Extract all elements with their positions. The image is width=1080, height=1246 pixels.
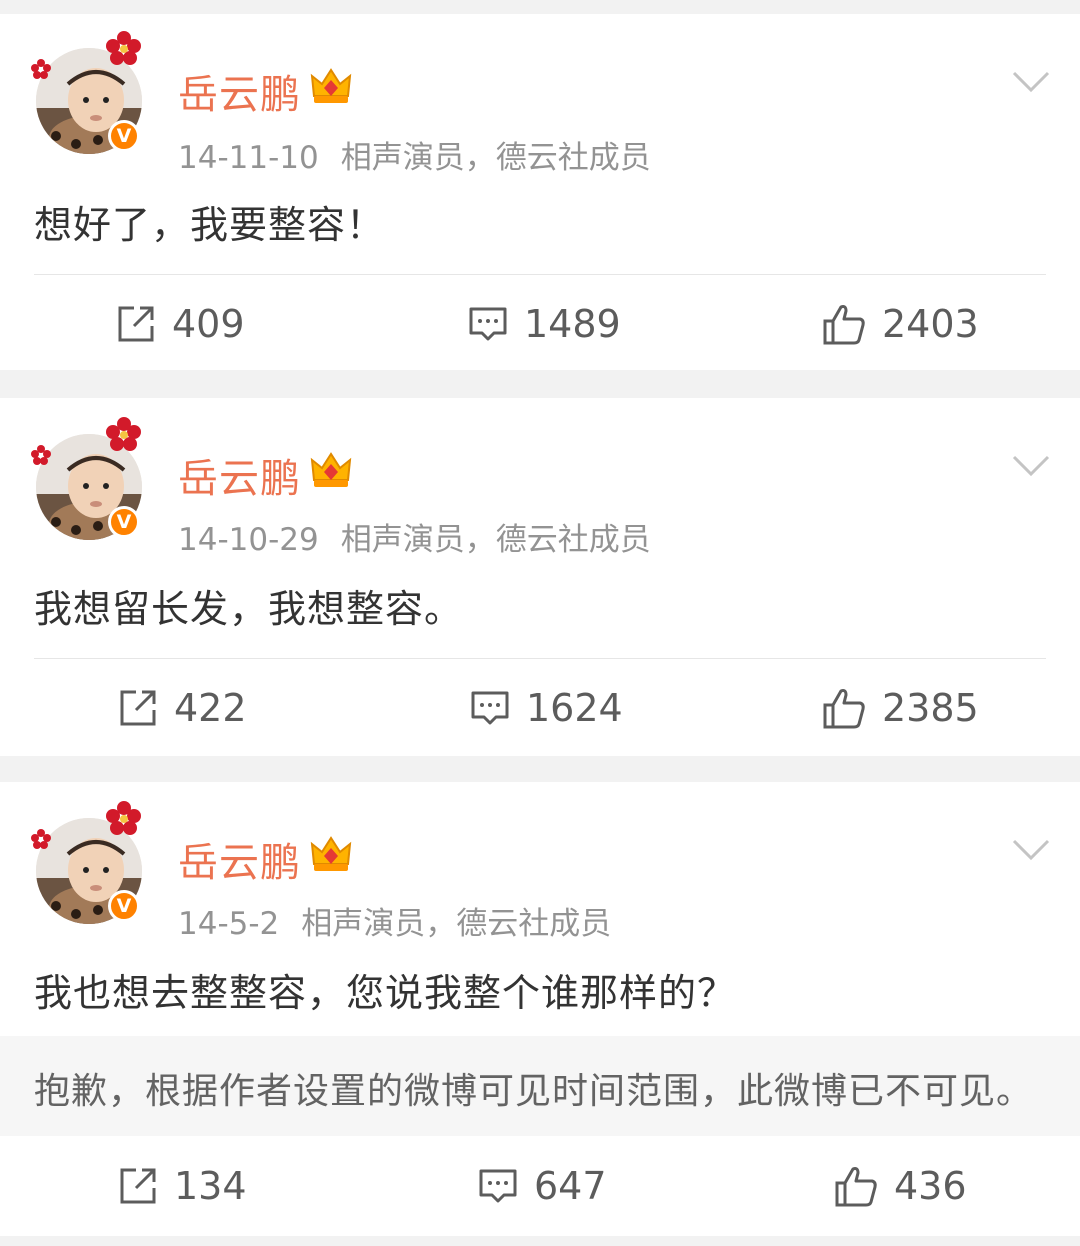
action-bar: 134 647 436 [0, 1138, 1080, 1234]
flower-decoration-icon [106, 417, 141, 451]
repost-icon [118, 306, 154, 342]
verified-icon: V [108, 506, 140, 538]
post-meta: 14-11-10 相声演员，德云社成员 [178, 132, 651, 177]
comment-button[interactable]: 1489 [468, 276, 621, 372]
like-icon [835, 1167, 877, 1207]
repost-button[interactable]: 134 [118, 1138, 247, 1234]
comment-button[interactable]: 647 [478, 1138, 607, 1234]
post-date[interactable]: 14-10-29 [178, 522, 319, 558]
weibo-post-card: V 岳云鹏 14-11-10 相声演员，德云社成员 想好了，我要整容！ 409 1… [0, 14, 1080, 370]
small-flower-icon [31, 829, 51, 849]
repost-count: 409 [172, 302, 245, 346]
avatar[interactable]: V [31, 801, 142, 924]
like-icon [823, 305, 865, 345]
comment-count: 1489 [524, 302, 621, 346]
divider [34, 274, 1046, 275]
action-bar: 409 1489 2403 [0, 276, 1080, 372]
comment-icon [469, 307, 507, 341]
repost-icon [120, 1168, 156, 1204]
post-meta: 14-10-29 相声演员，德云社成员 [178, 514, 651, 559]
post-text: 我也想去整整容，您说我整个谁那样的？ [34, 971, 737, 1015]
crown-icon[interactable] [310, 66, 352, 106]
divider [34, 658, 1046, 659]
action-bar: 422 1624 2385 [0, 660, 1080, 756]
chevron-down-icon[interactable] [1012, 838, 1050, 862]
hidden-repost-notice: 抱歉，根据作者设置的微博可见时间范围，此微博已不可见。 [0, 1036, 1080, 1136]
avatar[interactable]: V [31, 417, 142, 540]
avatar[interactable]: V [31, 31, 142, 154]
verified-icon: V [108, 120, 140, 152]
comment-button[interactable]: 1624 [470, 660, 623, 756]
author-name[interactable]: 岳云鹏 [178, 446, 301, 504]
small-flower-icon [31, 445, 51, 465]
repost-count: 134 [174, 1164, 247, 1208]
repost-button[interactable]: 422 [118, 660, 247, 756]
like-button[interactable]: 2403 [822, 276, 979, 372]
post-date[interactable]: 14-11-10 [178, 140, 319, 176]
comment-icon [479, 1169, 517, 1203]
chevron-down-icon[interactable] [1012, 454, 1050, 478]
author-name[interactable]: 岳云鹏 [178, 62, 301, 120]
post-source: 相声演员，德云社成员 [340, 522, 651, 558]
like-icon [823, 689, 865, 729]
post-text: 想好了，我要整容！ [34, 203, 386, 247]
chevron-down-icon[interactable] [1012, 70, 1050, 94]
weibo-post-card: V 岳云鹏 14-5-2 相声演员，德云社成员 我也想去整整容，您说我整个谁那样的… [0, 782, 1080, 1236]
like-count: 436 [894, 1164, 967, 1208]
crown-icon[interactable] [310, 834, 352, 874]
comment-count: 1624 [526, 686, 623, 730]
like-button[interactable]: 2385 [822, 660, 979, 756]
post-source: 相声演员，德云社成员 [340, 140, 651, 176]
post-date[interactable]: 14-5-2 [178, 906, 279, 942]
comment-icon [471, 691, 509, 725]
small-flower-icon [31, 59, 51, 79]
crown-icon[interactable] [310, 450, 352, 490]
flower-decoration-icon [106, 31, 141, 65]
post-meta: 14-5-2 相声演员，德云社成员 [178, 898, 611, 943]
like-count: 2385 [882, 686, 979, 730]
author-name[interactable]: 岳云鹏 [178, 830, 301, 888]
verified-icon: V [108, 890, 140, 922]
like-button[interactable]: 436 [834, 1138, 967, 1234]
repost-button[interactable]: 409 [116, 276, 245, 372]
post-text: 我想留长发，我想整容。 [34, 587, 464, 631]
repost-count: 422 [174, 686, 247, 730]
post-source: 相声演员，德云社成员 [301, 906, 612, 942]
like-count: 2403 [882, 302, 979, 346]
flower-decoration-icon [106, 801, 141, 835]
weibo-post-card: V 岳云鹏 14-10-29 相声演员，德云社成员 我想留长发，我想整容。 422… [0, 398, 1080, 756]
notice-text: 抱歉，根据作者设置的微博可见时间范围，此微博已不可见。 [34, 1071, 1034, 1112]
comment-count: 647 [534, 1164, 607, 1208]
repost-icon [120, 690, 156, 726]
